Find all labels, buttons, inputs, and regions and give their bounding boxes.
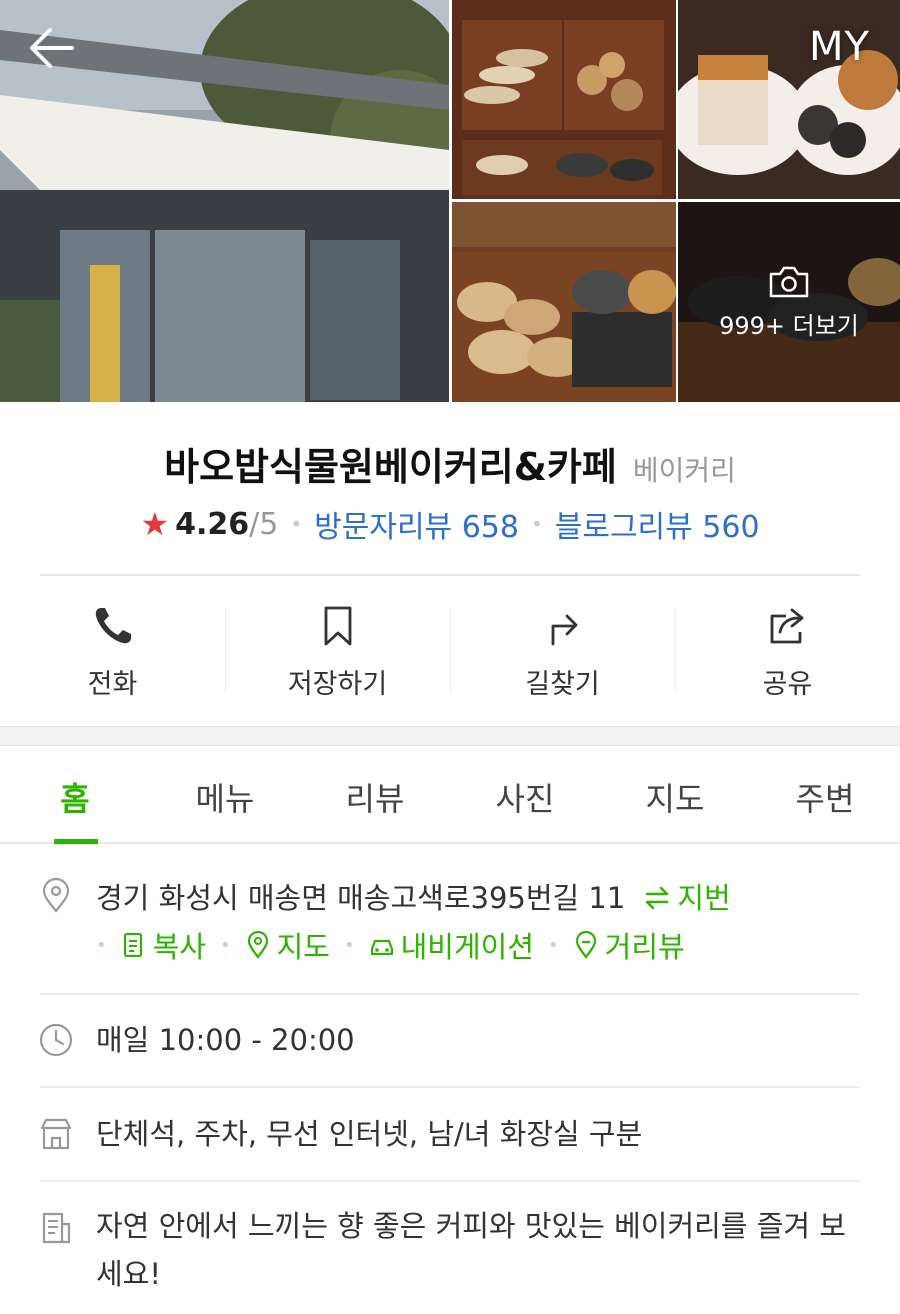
tab-home[interactable]: 홈 bbox=[0, 746, 150, 844]
rating-max: /5 bbox=[249, 506, 279, 542]
back-button[interactable] bbox=[26, 24, 78, 72]
tab-map[interactable]: 지도 bbox=[600, 746, 750, 842]
bread-photo-2[interactable]: MY bbox=[678, 0, 900, 199]
rating-row: ★ 4.26 /5 • 방문자리뷰 658 • 블로그리뷰 560 bbox=[0, 502, 900, 546]
swap-icon bbox=[646, 886, 669, 910]
store-icon bbox=[40, 1118, 72, 1150]
tab-menu[interactable]: 메뉴 bbox=[150, 746, 300, 842]
street-view-link[interactable]: 거리뷰 bbox=[573, 924, 685, 966]
section-divider bbox=[0, 726, 900, 746]
map-link[interactable]: 지도 bbox=[245, 924, 330, 966]
share-icon bbox=[770, 608, 803, 644]
separator-dot: • bbox=[530, 512, 543, 536]
blog-reviews-link[interactable]: 블로그리뷰 560 bbox=[555, 502, 760, 546]
jibun-toggle[interactable]: 지번 bbox=[643, 874, 731, 922]
share-button[interactable]: 공유 bbox=[675, 576, 900, 726]
tab-bar: 홈 메뉴 리뷰 사진 지도 주변 bbox=[0, 746, 900, 844]
rating-score: 4.26 bbox=[175, 506, 250, 542]
divider bbox=[40, 1086, 860, 1088]
more-photos-button[interactable]: 999+ 더보기 bbox=[678, 202, 900, 402]
tab-nearby[interactable]: 주변 bbox=[750, 746, 900, 842]
tab-reviews[interactable]: 리뷰 bbox=[300, 746, 450, 842]
address-text: 경기 화성시 매송면 매송고색로395번길 11 bbox=[96, 881, 626, 915]
directions-icon bbox=[551, 614, 577, 646]
directions-label: 길찾기 bbox=[525, 669, 600, 700]
call-label: 전화 bbox=[87, 669, 138, 700]
clock-icon bbox=[39, 1023, 73, 1057]
jibun-label: 지번 bbox=[677, 881, 731, 915]
tab-photos[interactable]: 사진 bbox=[450, 746, 600, 842]
visitor-reviews-link[interactable]: 방문자리뷰 658 bbox=[314, 502, 519, 546]
save-label: 저장하기 bbox=[287, 669, 388, 700]
address-actions: • 복사 • 지도 • 내비게이션 • 거리뷰 bbox=[96, 924, 685, 966]
separator-dot: • bbox=[220, 934, 231, 956]
separator-dot: • bbox=[290, 512, 303, 536]
navigation-link[interactable]: 내비게이션 bbox=[369, 924, 534, 966]
separator-dot: • bbox=[548, 934, 559, 956]
directions-button[interactable]: 길찾기 bbox=[450, 576, 675, 726]
street-view-label: 거리뷰 bbox=[604, 930, 685, 964]
separator-dot: • bbox=[344, 934, 355, 956]
map-label: 지도 bbox=[276, 930, 330, 964]
document-icon bbox=[42, 1212, 71, 1244]
map-pin-icon bbox=[247, 931, 268, 959]
storefront-photo[interactable] bbox=[0, 0, 449, 402]
location-pin-icon bbox=[42, 878, 70, 913]
star-icon: ★ bbox=[140, 505, 170, 543]
bread-photo-3[interactable] bbox=[452, 202, 676, 402]
separator-dot: • bbox=[96, 934, 107, 956]
bread-photo-1[interactable] bbox=[452, 0, 676, 199]
description-text: 자연 안에서 느끼는 향 좋은 커피와 맛있는 베이커리를 즐겨 보세요! bbox=[96, 1209, 846, 1291]
facilities-text: 단체석, 주차, 무선 인터넷, 남/녀 화장실 구분 bbox=[96, 1117, 643, 1151]
photo-gallery[interactable]: MY 999+ 더보기 bbox=[0, 0, 900, 402]
bookmark-icon bbox=[324, 606, 351, 646]
copy-icon bbox=[123, 932, 142, 958]
place-name: 바오밥식물원베이커리&카페 bbox=[164, 445, 617, 489]
more-photos-label: 999+ 더보기 bbox=[719, 311, 859, 340]
navigation-label: 내비게이션 bbox=[400, 930, 535, 964]
car-icon bbox=[370, 939, 393, 956]
street-view-icon bbox=[575, 931, 596, 959]
call-button[interactable]: 전화 bbox=[0, 576, 225, 726]
camera-icon bbox=[769, 266, 809, 297]
back-arrow-icon bbox=[30, 28, 74, 68]
divider bbox=[40, 1180, 860, 1182]
action-bar: 전화 저장하기 길찾기 공유 bbox=[0, 576, 900, 726]
share-label: 공유 bbox=[762, 669, 813, 700]
place-category: 베이커리 bbox=[632, 454, 736, 487]
hours-text: 매일 10:00 - 20:00 bbox=[96, 1023, 355, 1057]
copy-address-button[interactable]: 복사 bbox=[121, 924, 206, 966]
phone-icon bbox=[95, 608, 131, 644]
save-button[interactable]: 저장하기 bbox=[225, 576, 450, 726]
copy-label: 복사 bbox=[152, 930, 206, 964]
place-summary: 바오밥식물원베이커리&카페 베이커리 ★ 4.26 /5 • 방문자리뷰 658… bbox=[0, 402, 900, 576]
my-button[interactable]: MY bbox=[809, 24, 870, 70]
divider bbox=[40, 993, 860, 995]
